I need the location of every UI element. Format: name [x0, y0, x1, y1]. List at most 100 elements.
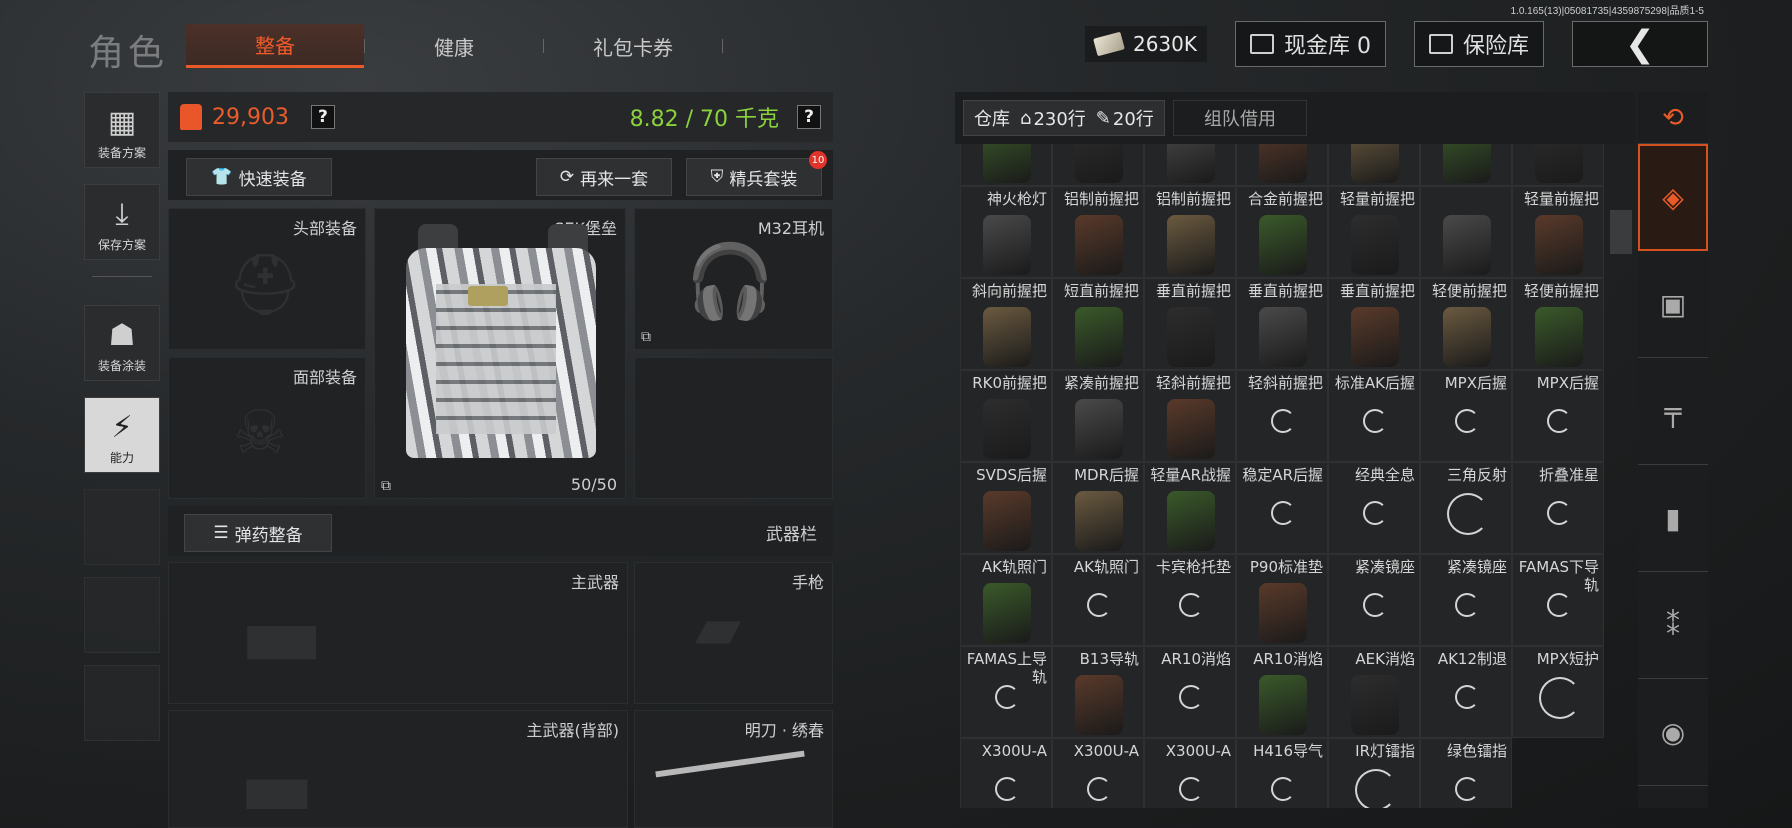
- value-help-button[interactable]: ?: [310, 105, 335, 129]
- equip-plan-button[interactable]: ▦ 装备方案: [84, 92, 160, 168]
- side-nav: ▦ 装备方案 ⤓ 保存方案 ☗ 装备涂装 ⚡ 能力: [84, 92, 160, 753]
- inventory-item[interactable]: H416导气: [1236, 738, 1328, 808]
- inventory-item[interactable]: FAMAS下导轨: [1512, 554, 1604, 646]
- vest-icon[interactable]: ▣: [1638, 251, 1708, 358]
- item-name: 紧凑镜座: [1446, 558, 1507, 576]
- weight-help-button[interactable]: ?: [797, 105, 821, 129]
- ability-button[interactable]: ⚡ 能力: [84, 397, 160, 473]
- download-icon: ⤓: [115, 197, 129, 232]
- inventory-item[interactable]: 经典全息: [1328, 462, 1420, 554]
- item-name: MPX后握: [1536, 374, 1599, 392]
- tab-equip[interactable]: 整备: [186, 24, 364, 68]
- cash-vault-button[interactable]: 现金库 0: [1234, 21, 1386, 67]
- inventory-item[interactable]: 轻斜前握把: [1144, 370, 1236, 462]
- warehouse-tab[interactable]: 仓库 ⌂ 230行 ✎ 20行: [963, 100, 1165, 136]
- inventory-item[interactable]: AK轨照门: [960, 554, 1052, 646]
- elite-kit-button[interactable]: ⛨ 精兵套装 10: [686, 151, 827, 196]
- inventory-item[interactable]: 垂直前握把: [1144, 278, 1236, 370]
- inventory-item[interactable]: [1328, 144, 1420, 186]
- pistol-slot[interactable]: 手枪 ▰: [634, 562, 833, 704]
- inventory-item[interactable]: [1420, 144, 1512, 186]
- inventory-item[interactable]: [1236, 144, 1328, 186]
- inventory-item[interactable]: IR灯镭指: [1328, 738, 1420, 808]
- inventory-item[interactable]: SVDS后握: [960, 462, 1052, 554]
- inventory-item[interactable]: AEK消焰: [1328, 646, 1420, 738]
- inventory-item[interactable]: 紧凑前握把: [1052, 370, 1144, 462]
- inventory-item[interactable]: 紧凑镜座: [1420, 554, 1512, 646]
- inventory-item[interactable]: [1420, 186, 1512, 278]
- inventory-item[interactable]: 垂直前握把: [1236, 278, 1328, 370]
- box-icon: ⧉: [641, 329, 651, 345]
- item-image: [1167, 215, 1215, 275]
- inventory-item[interactable]: 轻便前握把: [1512, 278, 1604, 370]
- inventory-item[interactable]: [1144, 144, 1236, 186]
- team-borrow-tab[interactable]: 组队借用: [1173, 100, 1307, 136]
- inventory-item[interactable]: 标准AK后握: [1328, 370, 1420, 462]
- inventory-header: 仓库 ⌂ 230行 ✎ 20行 组队借用: [955, 92, 1635, 144]
- inventory-item[interactable]: B13导轨: [1052, 646, 1144, 738]
- inventory-item[interactable]: FAMAS上导轨: [960, 646, 1052, 738]
- rifle-icon[interactable]: ╤: [1638, 358, 1708, 465]
- quick-equip-button[interactable]: 👕 快速装备: [186, 158, 332, 196]
- bullet-icon[interactable]: ⁑: [1638, 572, 1708, 679]
- inventory-item[interactable]: MPX短护: [1512, 646, 1604, 738]
- vest-plate: [436, 284, 556, 434]
- inventory-item[interactable]: AK12制退: [1420, 646, 1512, 738]
- melee-slot[interactable]: 明刀 · 绣春: [634, 710, 833, 828]
- inventory-item[interactable]: X300U-A: [1144, 738, 1236, 808]
- inventory-item[interactable]: 轻便前握把: [1420, 278, 1512, 370]
- inventory-item[interactable]: 紧凑镜座: [1328, 554, 1420, 646]
- inventory-item[interactable]: 轻量AR战握: [1144, 462, 1236, 554]
- inventory-item[interactable]: 卡宾枪托垫: [1144, 554, 1236, 646]
- inventory-item[interactable]: 铝制前握把: [1144, 186, 1236, 278]
- inventory-item[interactable]: AR10消焰: [1236, 646, 1328, 738]
- inventory-item[interactable]: 垂直前握把: [1328, 278, 1420, 370]
- inventory-item[interactable]: MPX后握: [1512, 370, 1604, 462]
- ammo-equip-button[interactable]: ☰ 弹药整备: [184, 514, 332, 552]
- paint-button[interactable]: ☗ 装备涂装: [84, 305, 160, 381]
- inventory-item[interactable]: X300U-A: [960, 738, 1052, 808]
- face-slot[interactable]: 面部装备 ☠: [168, 357, 366, 499]
- inventory-item[interactable]: 合金前握把: [1236, 186, 1328, 278]
- save-plan-button[interactable]: ⤓ 保存方案: [84, 184, 160, 260]
- inventory-item[interactable]: RK0前握把: [960, 370, 1052, 462]
- tab-gift[interactable]: 礼包卡券: [544, 24, 722, 68]
- inventory-item[interactable]: 绿色镭指: [1420, 738, 1512, 808]
- primary-slot[interactable]: 主武器 ▬: [168, 562, 628, 704]
- inventory-item[interactable]: [1052, 144, 1144, 186]
- inventory-item[interactable]: P90标准垫: [1236, 554, 1328, 646]
- inventory-item[interactable]: 轻斜前握把: [1236, 370, 1328, 462]
- inventory-item[interactable]: MDR后握: [1052, 462, 1144, 554]
- stack-icon[interactable]: ◈: [1638, 144, 1708, 251]
- inventory-item[interactable]: X300U-A: [1052, 738, 1144, 808]
- inventory-item[interactable]: AK轨照门: [1052, 554, 1144, 646]
- inventory-item[interactable]: 斜向前握把: [960, 278, 1052, 370]
- helmet-ghost-icon: ⛑: [227, 250, 304, 320]
- primary-back-slot[interactable]: 主武器(背部) ▬: [168, 710, 628, 828]
- warehouse-rows: 230行: [1033, 109, 1086, 130]
- item-name: IR灯镭指: [1355, 742, 1415, 760]
- inventory-item[interactable]: 三角反射: [1420, 462, 1512, 554]
- inventory-scrollbar[interactable]: [1610, 210, 1632, 254]
- stack-refresh-icon[interactable]: ⟲: [1638, 92, 1708, 144]
- inventory-item[interactable]: 神火枪灯: [960, 186, 1052, 278]
- inventory-item[interactable]: 轻量前握把: [1328, 186, 1420, 278]
- back-button[interactable]: ❮: [1572, 21, 1708, 67]
- inventory-item[interactable]: 铝制前握把: [1052, 186, 1144, 278]
- earphone-slot[interactable]: M32耳机 🎧 ⧉: [634, 208, 833, 350]
- inventory-item[interactable]: AR10消焰: [1144, 646, 1236, 738]
- head-slot[interactable]: 头部装备 ⛑: [168, 208, 366, 350]
- inventory-item[interactable]: 折叠准星: [1512, 462, 1604, 554]
- sight-icon[interactable]: ◉: [1638, 679, 1708, 786]
- tab-health[interactable]: 健康: [365, 24, 543, 68]
- item-image: [1167, 144, 1215, 183]
- inventory-item[interactable]: 短直前握把: [1052, 278, 1144, 370]
- inventory-item[interactable]: 轻量前握把: [1512, 186, 1604, 278]
- inventory-item[interactable]: [1512, 144, 1604, 186]
- inventory-item[interactable]: MPX后握: [1420, 370, 1512, 462]
- inventory-item[interactable]: 稳定AR后握: [1236, 462, 1328, 554]
- again-button[interactable]: ⟳ 再来一套: [536, 158, 672, 196]
- inventory-item[interactable]: [960, 144, 1052, 186]
- safe-button[interactable]: 保险库: [1413, 21, 1544, 67]
- magazine-icon[interactable]: ▮: [1638, 465, 1708, 572]
